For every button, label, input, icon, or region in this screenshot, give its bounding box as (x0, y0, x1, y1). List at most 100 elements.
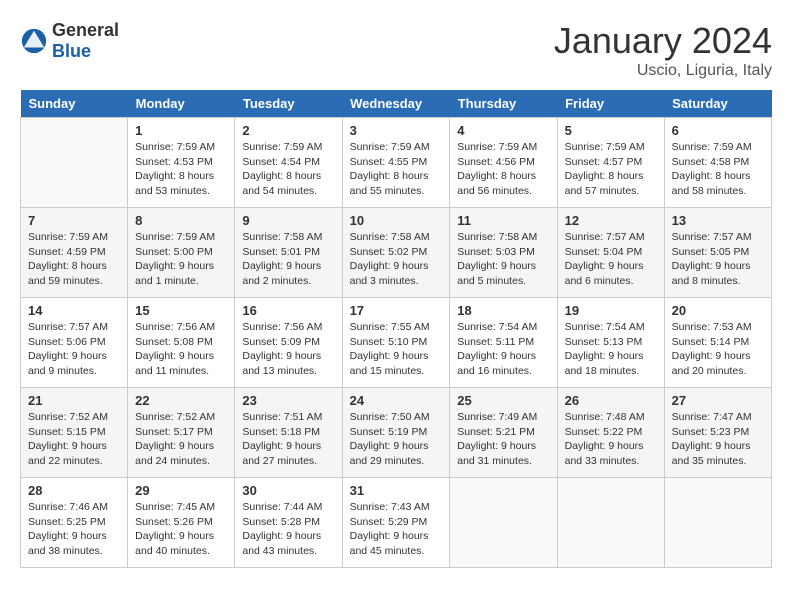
calendar-cell: 23 Sunrise: 7:51 AMSunset: 5:18 PMDayligh… (235, 388, 342, 478)
calendar-cell: 19 Sunrise: 7:54 AMSunset: 5:13 PMDayligh… (557, 298, 664, 388)
calendar-cell: 1Sunrise: 7:59 AMSunset: 4:53 PMDaylight… (128, 118, 235, 208)
day-number: 2 (242, 123, 334, 138)
calendar-cell: 14 Sunrise: 7:57 AMSunset: 5:06 PMDayligh… (21, 298, 128, 388)
day-number: 13 (672, 213, 764, 228)
day-number: 26 (565, 393, 657, 408)
day-number: 10 (350, 213, 443, 228)
calendar-cell: 8 Sunrise: 7:59 AMSunset: 5:00 PMDaylight… (128, 208, 235, 298)
title-area: January 2024 Uscio, Liguria, Italy (554, 20, 772, 80)
day-number: 3 (350, 123, 443, 138)
day-info: Sunrise: 7:59 AMSunset: 4:55 PMDaylight:… (350, 140, 443, 199)
day-number: 8 (135, 213, 227, 228)
day-info: Sunrise: 7:59 AMSunset: 4:53 PMDaylight:… (135, 140, 227, 199)
calendar-cell: 30Sunrise: 7:44 AMSunset: 5:28 PMDayligh… (235, 478, 342, 568)
day-number: 7 (28, 213, 120, 228)
day-info: Sunrise: 7:59 AMSunset: 4:54 PMDaylight:… (242, 140, 334, 199)
calendar-title: January 2024 (554, 20, 772, 62)
header-day-wednesday: Wednesday (342, 90, 450, 118)
calendar-cell: 24 Sunrise: 7:50 AMSunset: 5:19 PMDayligh… (342, 388, 450, 478)
day-number: 22 (135, 393, 227, 408)
calendar-cell: 31 Sunrise: 7:43 AMSunset: 5:29 PMDayligh… (342, 478, 450, 568)
calendar-cell: 15Sunrise: 7:56 AMSunset: 5:08 PMDayligh… (128, 298, 235, 388)
day-info: Sunrise: 7:57 AMSunset: 5:04 PMDaylight:… (565, 230, 657, 289)
day-number: 25 (457, 393, 549, 408)
header-day-saturday: Saturday (664, 90, 771, 118)
calendar-cell (557, 478, 664, 568)
day-number: 27 (672, 393, 764, 408)
week-row-2: 7 Sunrise: 7:59 AMSunset: 4:59 PMDaylight… (21, 208, 772, 298)
day-number: 11 (457, 213, 549, 228)
day-info: Sunrise: 7:59 AMSunset: 4:56 PMDaylight:… (457, 140, 549, 199)
calendar-cell: 18Sunrise: 7:54 AMSunset: 5:11 PMDayligh… (450, 298, 557, 388)
calendar-cell: 22Sunrise: 7:52 AMSunset: 5:17 PMDayligh… (128, 388, 235, 478)
day-info: Sunrise: 7:50 AMSunset: 5:19 PMDaylight:… (350, 410, 443, 469)
day-info: Sunrise: 7:47 AMSunset: 5:23 PMDaylight:… (672, 410, 764, 469)
day-info: Sunrise: 7:59 AMSunset: 4:59 PMDaylight:… (28, 230, 120, 289)
week-row-4: 21 Sunrise: 7:52 AMSunset: 5:15 PMDayligh… (21, 388, 772, 478)
day-info: Sunrise: 7:51 AMSunset: 5:18 PMDaylight:… (242, 410, 334, 469)
header-day-thursday: Thursday (450, 90, 557, 118)
day-number: 9 (242, 213, 334, 228)
day-info: Sunrise: 7:58 AMSunset: 5:03 PMDaylight:… (457, 230, 549, 289)
calendar-cell: 5 Sunrise: 7:59 AMSunset: 4:57 PMDaylight… (557, 118, 664, 208)
calendar-cell: 2 Sunrise: 7:59 AMSunset: 4:54 PMDaylight… (235, 118, 342, 208)
logo: General Blue (20, 20, 119, 62)
day-number: 6 (672, 123, 764, 138)
day-number: 12 (565, 213, 657, 228)
calendar-cell: 20Sunrise: 7:53 AMSunset: 5:14 PMDayligh… (664, 298, 771, 388)
week-row-1: 1Sunrise: 7:59 AMSunset: 4:53 PMDaylight… (21, 118, 772, 208)
day-number: 31 (350, 483, 443, 498)
calendar-cell: 4 Sunrise: 7:59 AMSunset: 4:56 PMDaylight… (450, 118, 557, 208)
day-number: 21 (28, 393, 120, 408)
calendar-cell: 17 Sunrise: 7:55 AMSunset: 5:10 PMDayligh… (342, 298, 450, 388)
day-info: Sunrise: 7:56 AMSunset: 5:09 PMDaylight:… (242, 320, 334, 379)
calendar-cell: 12 Sunrise: 7:57 AMSunset: 5:04 PMDayligh… (557, 208, 664, 298)
week-row-3: 14 Sunrise: 7:57 AMSunset: 5:06 PMDayligh… (21, 298, 772, 388)
calendar-cell: 11 Sunrise: 7:58 AMSunset: 5:03 PMDayligh… (450, 208, 557, 298)
day-number: 4 (457, 123, 549, 138)
calendar-subtitle: Uscio, Liguria, Italy (554, 62, 772, 80)
day-info: Sunrise: 7:54 AMSunset: 5:11 PMDaylight:… (457, 320, 549, 379)
day-info: Sunrise: 7:56 AMSunset: 5:08 PMDaylight:… (135, 320, 227, 379)
header-row: SundayMondayTuesdayWednesdayThursdayFrid… (21, 90, 772, 118)
day-number: 14 (28, 303, 120, 318)
calendar-header: General Blue January 2024 Uscio, Liguria… (20, 20, 772, 80)
day-info: Sunrise: 7:59 AMSunset: 4:57 PMDaylight:… (565, 140, 657, 199)
logo-icon (20, 27, 48, 55)
day-number: 24 (350, 393, 443, 408)
day-number: 30 (242, 483, 334, 498)
day-info: Sunrise: 7:52 AMSunset: 5:15 PMDaylight:… (28, 410, 120, 469)
day-info: Sunrise: 7:43 AMSunset: 5:29 PMDaylight:… (350, 500, 443, 559)
logo-text-blue: Blue (52, 41, 91, 61)
calendar-cell: 3 Sunrise: 7:59 AMSunset: 4:55 PMDaylight… (342, 118, 450, 208)
day-info: Sunrise: 7:48 AMSunset: 5:22 PMDaylight:… (565, 410, 657, 469)
day-number: 19 (565, 303, 657, 318)
calendar-cell: 10 Sunrise: 7:58 AMSunset: 5:02 PMDayligh… (342, 208, 450, 298)
calendar-cell: 7 Sunrise: 7:59 AMSunset: 4:59 PMDaylight… (21, 208, 128, 298)
day-number: 23 (242, 393, 334, 408)
header-day-monday: Monday (128, 90, 235, 118)
calendar-cell: 13 Sunrise: 7:57 AMSunset: 5:05 PMDayligh… (664, 208, 771, 298)
calendar-cell: 25 Sunrise: 7:49 AMSunset: 5:21 PMDayligh… (450, 388, 557, 478)
day-info: Sunrise: 7:59 AMSunset: 4:58 PMDaylight:… (672, 140, 764, 199)
day-info: Sunrise: 7:45 AMSunset: 5:26 PMDaylight:… (135, 500, 227, 559)
day-info: Sunrise: 7:58 AMSunset: 5:01 PMDaylight:… (242, 230, 334, 289)
calendar-cell: 28Sunrise: 7:46 AMSunset: 5:25 PMDayligh… (21, 478, 128, 568)
day-info: Sunrise: 7:59 AMSunset: 5:00 PMDaylight:… (135, 230, 227, 289)
day-info: Sunrise: 7:57 AMSunset: 5:05 PMDaylight:… (672, 230, 764, 289)
day-number: 17 (350, 303, 443, 318)
day-number: 29 (135, 483, 227, 498)
day-info: Sunrise: 7:55 AMSunset: 5:10 PMDaylight:… (350, 320, 443, 379)
header-day-sunday: Sunday (21, 90, 128, 118)
day-info: Sunrise: 7:57 AMSunset: 5:06 PMDaylight:… (28, 320, 120, 379)
day-info: Sunrise: 7:58 AMSunset: 5:02 PMDaylight:… (350, 230, 443, 289)
day-number: 5 (565, 123, 657, 138)
day-info: Sunrise: 7:54 AMSunset: 5:13 PMDaylight:… (565, 320, 657, 379)
day-number: 20 (672, 303, 764, 318)
header-day-tuesday: Tuesday (235, 90, 342, 118)
header-day-friday: Friday (557, 90, 664, 118)
day-info: Sunrise: 7:49 AMSunset: 5:21 PMDaylight:… (457, 410, 549, 469)
calendar-cell: 27 Sunrise: 7:47 AMSunset: 5:23 PMDayligh… (664, 388, 771, 478)
calendar-cell: 6 Sunrise: 7:59 AMSunset: 4:58 PMDaylight… (664, 118, 771, 208)
calendar-cell: 26 Sunrise: 7:48 AMSunset: 5:22 PMDayligh… (557, 388, 664, 478)
